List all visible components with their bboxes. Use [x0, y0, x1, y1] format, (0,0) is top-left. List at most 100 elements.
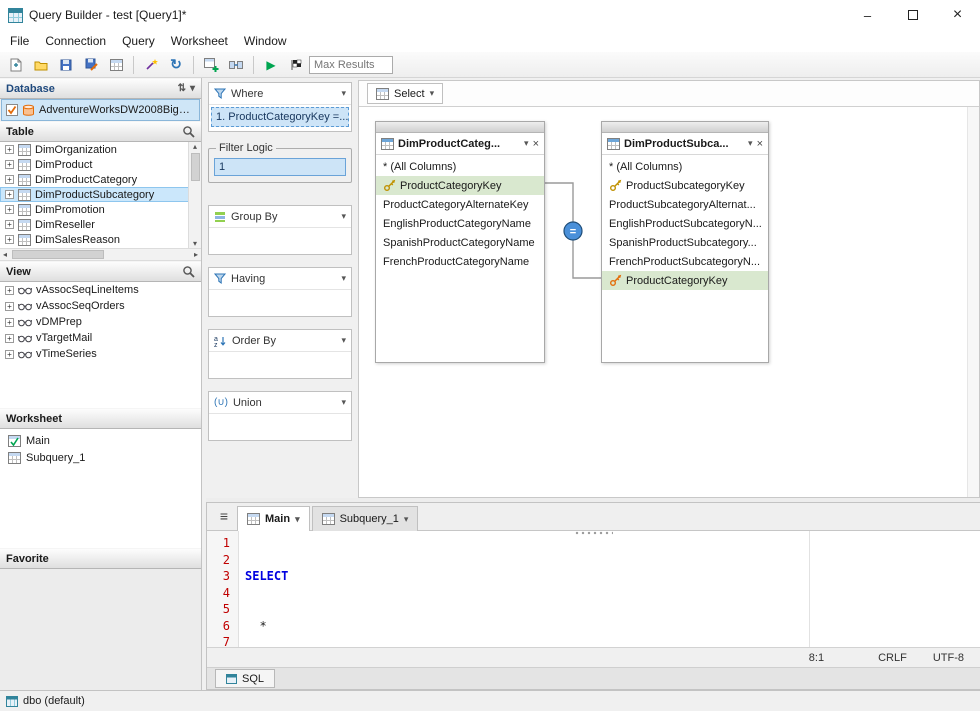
expand-icon[interactable]: + — [5, 334, 14, 343]
where-header[interactable]: Where ▾ — [209, 83, 351, 105]
select-dropdown[interactable]: Select ▾ — [367, 83, 443, 104]
expand-icon[interactable]: + — [5, 220, 14, 229]
view-name: vTargetMail — [36, 332, 92, 344]
tree-item-dimorganization[interactable]: + DimOrganization — [0, 142, 201, 157]
scroll-down-icon[interactable]: ▾ — [193, 239, 197, 248]
tab-main[interactable]: Main ▾ — [237, 506, 310, 531]
having-header[interactable]: Having ▾ — [209, 268, 351, 290]
filter-logic-input[interactable] — [214, 158, 346, 176]
chevron-down-icon[interactable]: ▾ — [404, 514, 409, 525]
add-table-button[interactable] — [199, 54, 223, 76]
view-section-header[interactable]: View — [0, 261, 201, 282]
expand-icon[interactable]: + — [5, 318, 14, 327]
checkbox-checked-icon[interactable] — [6, 104, 18, 116]
chevron-down-icon[interactable]: ▾ — [341, 211, 346, 222]
format-sql-button[interactable] — [139, 54, 163, 76]
tab-sql[interactable]: SQL — [215, 669, 275, 688]
encoding[interactable]: UTF-8 — [933, 652, 964, 664]
tree-item-vtargetmail[interactable]: + vTargetMail — [0, 330, 201, 346]
canvas-vscrollbar[interactable] — [967, 107, 979, 497]
tree-item-dimreseller[interactable]: + DimReseller — [0, 217, 201, 232]
group-by-header[interactable]: Group By ▾ — [209, 206, 351, 228]
save-all-button[interactable] — [79, 54, 103, 76]
tree-item-dimsalesreason[interactable]: + DimSalesReason — [0, 232, 201, 247]
worksheet-section-header[interactable]: Worksheet — [0, 408, 201, 429]
minimize-button[interactable]: – — [845, 1, 890, 30]
refresh-button[interactable]: ↻ — [164, 54, 188, 76]
sql-editor[interactable]: 1 2 3 4 5 6 7 SELECT * FROM [AdventureWo… — [207, 531, 980, 647]
save-button[interactable] — [54, 54, 78, 76]
expand-icon[interactable]: + — [5, 205, 14, 214]
chevron-down-icon[interactable]: ▾ — [341, 397, 346, 408]
union-label: Union — [233, 397, 336, 409]
close-button[interactable]: × — [935, 1, 980, 30]
search-icon[interactable] — [182, 125, 195, 138]
sort-icon[interactable]: ⇅ — [178, 83, 186, 94]
open-file-button[interactable] — [29, 54, 53, 76]
expand-icon[interactable]: + — [5, 235, 14, 244]
favorite-section-header[interactable]: Favorite — [0, 548, 201, 569]
scroll-up-icon[interactable]: ▴ — [193, 142, 197, 151]
menu-query[interactable]: Query — [114, 32, 163, 50]
expand-icon[interactable]: + — [5, 350, 14, 359]
titlebar: Query Builder - test [Query1]* – × — [0, 0, 980, 30]
diagram-canvas[interactable]: DimProductCateg... ▾ × * (All Columns) P… — [359, 107, 979, 497]
where-condition-item[interactable]: 1. ProductCategoryKey =... — [211, 107, 349, 127]
order-by-header[interactable]: az Order By ▾ — [209, 330, 351, 352]
query-builder-window: Query Builder - test [Query1]* – × File … — [0, 0, 980, 711]
expand-icon[interactable]: + — [5, 160, 14, 169]
tree-item-dimproductsubcategory-selected[interactable]: + DimProductSubcategory — [0, 187, 201, 202]
tree-item-dimproduct[interactable]: + DimProduct — [0, 157, 201, 172]
worksheet-item-main[interactable]: Main — [0, 432, 201, 449]
export-button[interactable] — [104, 54, 128, 76]
database-section-header[interactable]: Database ⇅ ▾ — [0, 78, 201, 99]
new-file-button[interactable] — [4, 54, 28, 76]
tree-item-vtimeseries[interactable]: + vTimeSeries — [0, 346, 201, 362]
menu-file[interactable]: File — [2, 32, 37, 50]
worksheet-menu-button[interactable]: ≡ — [211, 504, 237, 528]
table-tree-vscrollbar[interactable]: ▴ ▾ — [188, 142, 201, 248]
line-ending[interactable]: CRLF — [878, 652, 907, 664]
tree-item-vassocseqorders[interactable]: + vAssocSeqOrders — [0, 298, 201, 314]
sql-code[interactable]: SELECT * FROM [AdventureWorksDW2008BigOr… — [239, 531, 980, 647]
toolbar-separator — [133, 56, 134, 74]
table-icon — [18, 144, 31, 156]
chevron-down-icon[interactable]: ▾ — [341, 273, 346, 284]
maximize-button[interactable] — [890, 1, 935, 30]
table-name: DimOrganization — [35, 144, 117, 156]
worksheet-item-subquery[interactable]: Subquery_1 — [0, 449, 201, 466]
menu-window[interactable]: Window — [236, 32, 295, 50]
where-body: 1. ProductCategoryKey =... — [209, 105, 351, 131]
scroll-left-icon[interactable]: ◂ — [0, 250, 10, 259]
table-tree-hscrollbar[interactable]: ◂ ▸ — [0, 248, 201, 261]
menu-connection[interactable]: Connection — [37, 32, 114, 50]
chevron-down-icon[interactable]: ▾ — [341, 88, 346, 99]
max-results-input[interactable] — [309, 56, 393, 74]
execute-edit-button[interactable] — [284, 54, 308, 76]
horizontal-splitter[interactable] — [206, 498, 980, 502]
tree-item-vdmprep[interactable]: + vDMPrep — [0, 314, 201, 330]
scrollbar-thumb[interactable] — [12, 250, 104, 259]
search-icon[interactable] — [182, 265, 195, 278]
execute-button[interactable]: ▶ — [259, 54, 283, 76]
expand-icon[interactable]: + — [5, 190, 14, 199]
expand-icon[interactable]: + — [5, 145, 14, 154]
join-equals-node[interactable]: = — [359, 107, 979, 497]
expand-icon[interactable]: + — [5, 302, 14, 311]
scrollbar-thumb[interactable] — [191, 153, 200, 181]
database-selector[interactable]: AdventureWorksDW2008BigOri... — [1, 99, 200, 121]
tab-subquery[interactable]: Subquery_1 ▾ — [312, 506, 419, 531]
expand-icon[interactable]: + — [5, 175, 14, 184]
union-header[interactable]: (∪) Union ▾ — [209, 392, 351, 414]
tree-item-dimproductcategory[interactable]: + DimProductCategory — [0, 172, 201, 187]
auto-join-button[interactable] — [224, 54, 248, 76]
tree-item-dimpromotion[interactable]: + DimPromotion — [0, 202, 201, 217]
scroll-right-icon[interactable]: ▸ — [191, 250, 201, 259]
chevron-down-icon[interactable]: ▾ — [341, 335, 346, 346]
table-section-header[interactable]: Table — [0, 121, 201, 142]
menu-worksheet[interactable]: Worksheet — [163, 32, 236, 50]
chevron-down-icon[interactable]: ▾ — [190, 83, 195, 94]
tree-item-vassocseqlineitems[interactable]: + vAssocSeqLineItems — [0, 282, 201, 298]
expand-icon[interactable]: + — [5, 286, 14, 295]
chevron-down-icon[interactable]: ▾ — [295, 514, 300, 525]
